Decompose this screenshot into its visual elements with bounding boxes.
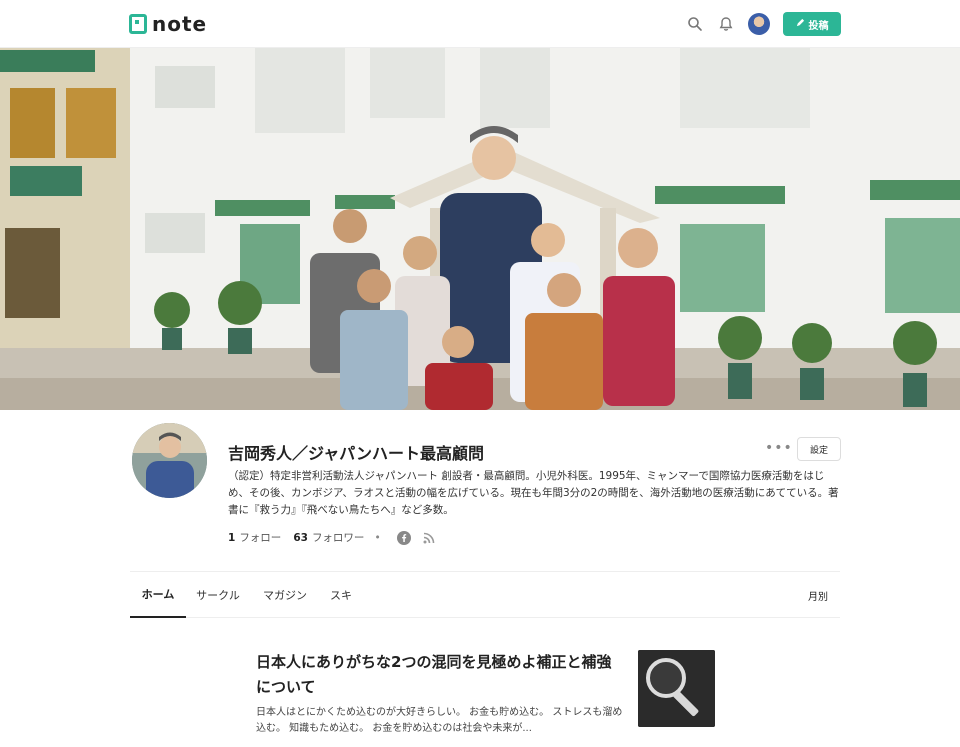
cover-image — [0, 48, 960, 410]
note-logo[interactable]: note — [129, 12, 207, 36]
article-excerpt: 日本人はとにかくため込むのが大好きらしい。 お金も貯め込む。 ストレスも溜め込む… — [256, 707, 623, 734]
profile-name: 吉岡秀人／ジャパンハート最高顧問 — [228, 444, 485, 463]
profile-bio: （認定）特定非営利活動法人ジャパンハート 創設者・最高顧問。小児外科医。1995… — [228, 470, 839, 516]
tab-circle[interactable]: サークル — [192, 572, 244, 618]
follow-count[interactable]: 1 — [228, 532, 235, 544]
tab-likes[interactable]: スキ — [324, 572, 358, 618]
facebook-icon[interactable] — [397, 530, 412, 545]
profile-stats: 1 フォロー 63 フォロワー • — [228, 530, 437, 545]
note-logo-mark — [129, 14, 147, 34]
article-title[interactable]: 日本人にありがちな2つの混同を見極めよ補正と補強について — [256, 650, 626, 700]
settings-button[interactable]: 設定 — [797, 437, 841, 461]
month-filter[interactable]: 月別 — [808, 572, 828, 618]
follow-label[interactable]: フォロー — [239, 530, 281, 545]
post-button[interactable]: 投稿 — [783, 12, 841, 36]
separator-dot: • — [374, 531, 381, 544]
tab-magazine[interactable]: マガジン — [258, 572, 312, 618]
avatar[interactable] — [748, 13, 770, 35]
pencil-icon — [796, 18, 805, 30]
article-thumbnail[interactable] — [638, 650, 715, 727]
post-button-label: 投稿 — [808, 20, 829, 32]
profile-tabs: ホーム サークル マガジン スキ 月別 — [130, 572, 840, 618]
follower-count[interactable]: 63 — [293, 532, 308, 544]
rss-icon[interactable] — [422, 530, 437, 545]
top-header: note 投稿 — [0, 0, 960, 48]
bell-icon[interactable] — [716, 14, 736, 34]
profile-avatar[interactable] — [132, 423, 207, 498]
more-options-button[interactable]: ••• — [765, 440, 792, 458]
logo-text: note — [152, 12, 208, 36]
search-icon[interactable] — [685, 14, 705, 34]
follower-label[interactable]: フォロワー — [312, 530, 365, 545]
tab-home[interactable]: ホーム — [130, 572, 186, 618]
